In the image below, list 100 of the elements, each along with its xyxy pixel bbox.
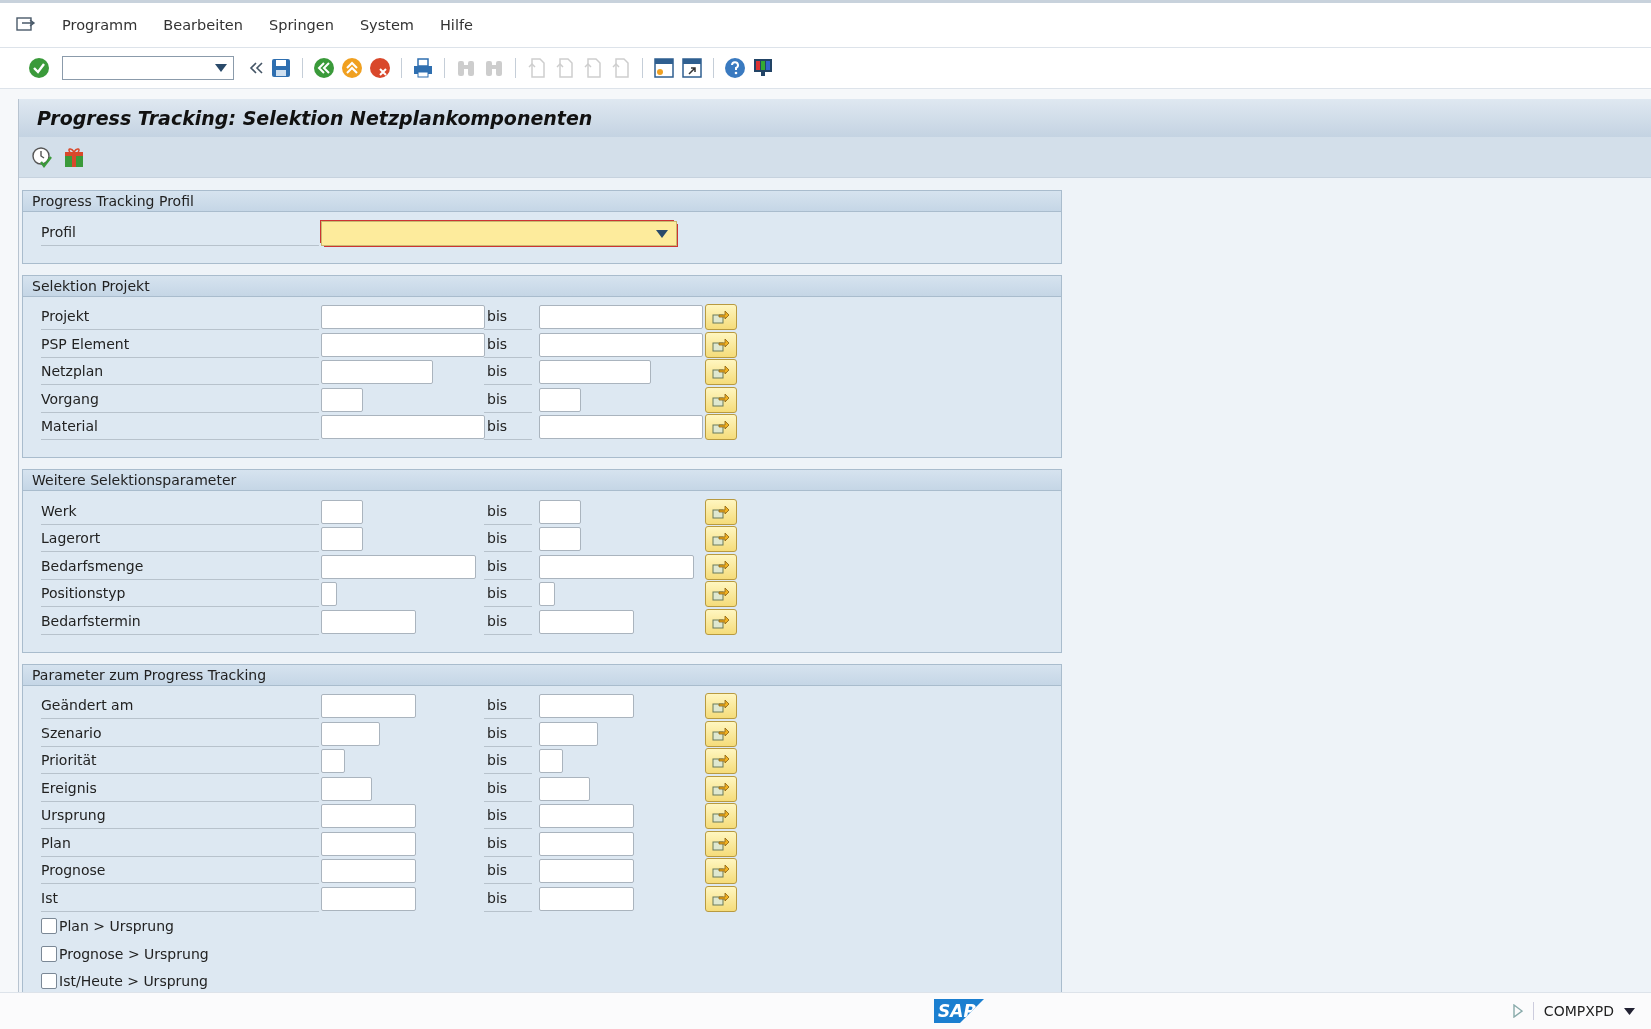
- from-input[interactable]: [321, 776, 372, 801]
- print-icon[interactable]: [412, 57, 434, 79]
- range-label: bis: [484, 553, 532, 580]
- to-input[interactable]: [539, 554, 694, 579]
- arrow-box-icon: [712, 863, 730, 880]
- to-input[interactable]: [539, 527, 581, 552]
- checkbox[interactable]: [41, 973, 57, 990]
- from-input[interactable]: [321, 859, 416, 884]
- range-label: bis: [484, 498, 532, 525]
- arrow-box-icon: [712, 558, 730, 575]
- to-input[interactable]: [539, 609, 634, 634]
- to-input[interactable]: [539, 360, 651, 385]
- multiple-selection-button[interactable]: [705, 359, 737, 386]
- to-input[interactable]: [539, 721, 598, 746]
- field-label: Bedarfsmenge: [41, 553, 319, 580]
- enter-icon[interactable]: [28, 57, 50, 79]
- from-input[interactable]: [321, 886, 416, 911]
- multiple-selection-button[interactable]: [705, 830, 737, 857]
- from-input[interactable]: [321, 527, 363, 552]
- menu-item[interactable]: Bearbeiten: [163, 17, 243, 33]
- play-icon[interactable]: [1512, 1004, 1523, 1018]
- dropdown-caret-icon: [656, 229, 668, 238]
- range-label: bis: [484, 858, 532, 885]
- field-label: Werk: [41, 498, 319, 525]
- exit-icon[interactable]: [341, 57, 363, 79]
- field-label: Prognose: [41, 858, 319, 885]
- multiple-selection-button[interactable]: [705, 331, 737, 358]
- range-label: bis: [484, 581, 532, 608]
- from-input[interactable]: [321, 694, 416, 719]
- layout-icon[interactable]: [752, 57, 774, 79]
- checkbox[interactable]: [41, 918, 57, 935]
- menu-item[interactable]: Hilfe: [439, 17, 473, 33]
- multiple-selection-button[interactable]: [705, 581, 737, 608]
- multiple-selection-button[interactable]: [705, 608, 737, 635]
- gift-icon[interactable]: [63, 146, 85, 168]
- from-input[interactable]: [321, 332, 485, 357]
- multiple-selection-button[interactable]: [705, 720, 737, 747]
- field-label: Ist: [41, 885, 319, 912]
- from-input[interactable]: [321, 554, 476, 579]
- to-input[interactable]: [539, 776, 590, 801]
- menu-icon[interactable]: [16, 17, 36, 33]
- to-input[interactable]: [539, 831, 634, 856]
- menu-item[interactable]: System: [359, 17, 414, 33]
- from-input[interactable]: [321, 609, 416, 634]
- multiple-selection-button[interactable]: [705, 748, 737, 775]
- to-input[interactable]: [539, 332, 703, 357]
- save-icon[interactable]: [270, 57, 292, 79]
- group-title: Selektion Projekt: [32, 277, 150, 294]
- range-label: bis: [484, 830, 532, 857]
- clock-check-icon[interactable]: [31, 146, 53, 168]
- multiple-selection-button[interactable]: [705, 498, 737, 525]
- field-label: PSP Element: [41, 331, 319, 358]
- to-input[interactable]: [539, 859, 634, 884]
- multiple-selection-button[interactable]: [705, 885, 737, 912]
- to-input[interactable]: [539, 387, 581, 412]
- from-input[interactable]: [321, 305, 485, 330]
- new-session-icon[interactable]: [653, 57, 675, 79]
- arrow-box-icon: [712, 391, 730, 408]
- to-input[interactable]: [539, 886, 634, 911]
- arrow-box-icon: [712, 808, 730, 825]
- from-input[interactable]: [321, 387, 363, 412]
- from-input[interactable]: [321, 499, 363, 524]
- to-input[interactable]: [539, 499, 581, 524]
- to-input[interactable]: [539, 582, 555, 607]
- cancel-icon[interactable]: [369, 57, 391, 79]
- from-input[interactable]: [321, 721, 380, 746]
- group-title: Progress Tracking Profil: [32, 193, 194, 209]
- range-label: bis: [484, 386, 532, 413]
- from-input[interactable]: [321, 804, 416, 829]
- multiple-selection-button[interactable]: [705, 553, 737, 580]
- arrow-box-icon: [712, 835, 730, 852]
- multiple-selection-button[interactable]: [705, 803, 737, 830]
- multiple-selection-button[interactable]: [705, 858, 737, 885]
- menu-item[interactable]: Programm: [62, 17, 138, 33]
- menu-item[interactable]: Springen: [269, 17, 334, 33]
- profile-dropdown[interactable]: [321, 221, 677, 247]
- to-input[interactable]: [539, 749, 563, 774]
- checkbox[interactable]: [41, 945, 57, 962]
- help-icon[interactable]: [724, 57, 746, 79]
- to-input[interactable]: [539, 415, 703, 440]
- multiple-selection-button[interactable]: [705, 693, 737, 720]
- to-input[interactable]: [539, 804, 634, 829]
- dropdown-caret-icon[interactable]: [1624, 1007, 1635, 1015]
- from-input[interactable]: [321, 582, 337, 607]
- multiple-selection-button[interactable]: [705, 414, 737, 441]
- shortcut-icon[interactable]: [681, 57, 703, 79]
- from-input[interactable]: [321, 415, 485, 440]
- back-icon[interactable]: [313, 57, 335, 79]
- range-label: bis: [484, 526, 532, 553]
- command-field[interactable]: [62, 56, 234, 80]
- to-input[interactable]: [539, 694, 634, 719]
- multiple-selection-button[interactable]: [705, 526, 737, 553]
- system-name[interactable]: COMPXPD: [1543, 1003, 1614, 1019]
- from-input[interactable]: [321, 360, 433, 385]
- to-input[interactable]: [539, 305, 703, 330]
- multiple-selection-button[interactable]: [705, 386, 737, 413]
- multiple-selection-button[interactable]: [705, 304, 737, 331]
- from-input[interactable]: [321, 831, 416, 856]
- multiple-selection-button[interactable]: [705, 775, 737, 802]
- from-input[interactable]: [321, 749, 345, 774]
